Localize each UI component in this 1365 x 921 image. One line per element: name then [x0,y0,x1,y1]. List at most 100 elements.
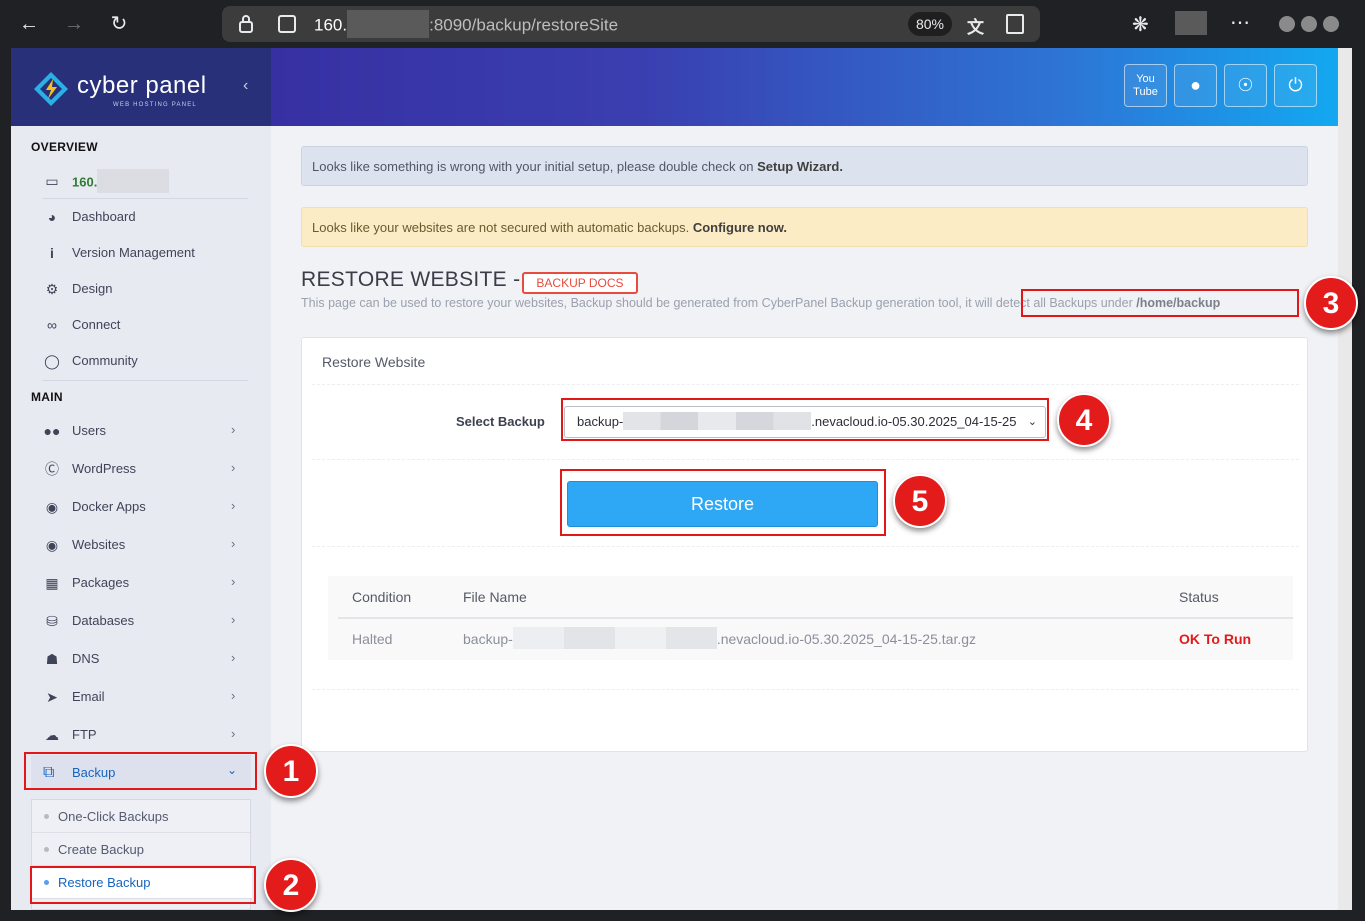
page-title: RESTORE WEBSITE - [301,268,521,291]
zoom-indicator[interactable]: 80% [908,12,952,36]
restore-status-table: Condition File Name Status Halted backup… [328,576,1293,660]
callout-highlight-backup [24,752,257,790]
callout-badge-1: 1 [264,744,318,798]
sidebar-item-version-management[interactable]: i Version Management [11,236,271,270]
sidebar-item-docker-apps[interactable]: ◉ Docker Apps › [11,490,271,524]
callout-highlight-restore-button [560,469,886,536]
maximize-button[interactable] [1301,16,1317,32]
cubes-icon: ▦ [45,575,59,591]
address-bar[interactable]: 160.:8090/backup/restoreSite 80% 文 [222,6,1040,42]
redacted-domain [512,627,717,650]
reload-icon[interactable]: ↻ [105,10,133,38]
bullet-icon [44,814,49,819]
lock-icon[interactable] [238,14,254,34]
setup-wizard-link[interactable]: Setup Wizard. [757,159,843,174]
link-icon: ∞ [47,317,57,333]
brand-tagline: WEB HOSTING PANEL [113,102,197,108]
divider [312,689,1299,690]
redacted-ip [347,10,430,38]
browser-toolbar: ← → ↻ 160.:8090/backup/restoreSite 80% 文… [0,0,1365,48]
users-icon: ●● [43,423,61,439]
cell-condition: Halted [352,631,393,647]
more-menu-icon[interactable]: ⋯ [1230,10,1251,35]
overview-section-title: OVERVIEW [31,140,98,154]
collapse-sidebar-icon[interactable]: ‹ [243,77,248,95]
brand-header: cyber panel WEB HOSTING PANEL ‹ [11,48,271,126]
sidebar-item-websites[interactable]: ◉ Websites › [11,528,271,562]
callout-badge-5: 5 [893,474,947,528]
chevron-right-icon: › [231,688,236,703]
cell-file-name: backup- .nevacloud.io-05.30.2025_04-15-25… [463,627,976,650]
select-backup-label: Select Backup [456,414,545,429]
callout-highlight-select-backup [561,398,1049,441]
sidebar-item-community[interactable]: ◯ Community [11,344,271,378]
globe-icon: ◉ [45,499,59,515]
power-icon[interactable]: ⏻ [1274,64,1317,107]
chevron-right-icon: › [231,422,236,437]
sidebar-item-databases[interactable]: ⛁ Databases › [11,604,271,638]
forward-icon[interactable]: → [60,10,88,38]
chat-icon: ◯ [44,353,60,369]
page-scrollbar[interactable] [1338,48,1352,910]
brand-name: cyber panel [77,72,207,99]
cyberpanel-logo-icon [34,72,68,106]
column-header-file-name: File Name [463,589,527,605]
sidebar-item-server-ip[interactable]: ▭ 160. [11,164,271,198]
chevron-right-icon: › [231,726,236,741]
dashboard-icon: ◕ [47,209,57,225]
close-button[interactable] [1323,16,1339,32]
divider [312,384,1299,385]
sidebar-item-ftp[interactable]: ☁ FTP › [11,718,271,752]
sidebar-item-packages[interactable]: ▦ Packages › [11,566,271,600]
callout-badge-3: 3 [1304,276,1358,330]
submenu-item-one-click-backups[interactable]: One-Click Backups [32,800,252,833]
configure-now-link[interactable]: Configure now. [693,220,787,235]
sidebar-item-email[interactable]: ➤ Email › [11,680,271,714]
sidebar-item-wordpress[interactable]: Ⓒ WordPress › [11,452,271,486]
sitemap-icon: ☗ [45,651,59,667]
column-header-condition: Condition [352,589,412,605]
paper-plane-icon: ➤ [46,689,58,705]
divider [42,380,248,381]
backup-warning-alert: Looks like your websites are not secured… [301,207,1308,247]
column-header-status: Status [1179,589,1219,605]
sidebar-item-dns[interactable]: ☗ DNS › [11,642,271,676]
support-icon[interactable]: ☉ [1224,64,1267,107]
redacted-ip [97,169,170,193]
callout-badge-2: 2 [264,858,318,912]
divider [312,546,1299,547]
sidebar-item-dashboard[interactable]: ◕ Dashboard [11,200,271,234]
reading-mode-icon[interactable] [1006,14,1024,34]
backup-docs-button[interactable]: BACKUP DOCS [522,272,638,294]
submenu-item-create-backup[interactable]: Create Backup [32,833,252,866]
chevron-right-icon: › [231,612,236,627]
database-icon: ⛁ [46,613,58,629]
cell-status: OK To Run [1179,631,1252,647]
chevron-right-icon: › [231,460,236,475]
back-icon[interactable]: ← [15,10,43,38]
sidebar-item-users[interactable]: ●● Users › [11,414,271,448]
chat-icon[interactable]: ● [1174,64,1217,107]
chevron-right-icon: › [231,574,236,589]
url-text[interactable]: 160.:8090/backup/restoreSite [314,10,618,38]
divider [312,459,1299,460]
site-info-icon[interactable] [278,15,296,33]
youtube-icon[interactable]: You Tube [1124,64,1167,107]
bullet-icon [44,847,49,852]
translate-icon[interactable]: 文 [967,13,989,37]
minimize-button[interactable] [1279,16,1295,32]
info-icon: i [50,245,54,261]
chevron-right-icon: › [231,650,236,665]
globe-icon: ◉ [45,537,59,553]
extensions-icon[interactable]: ❋ [1132,12,1149,37]
setup-alert: Looks like something is wrong with your … [301,146,1308,186]
sidebar-item-design[interactable]: ⚙ Design [11,272,271,306]
profile-avatar[interactable] [1175,11,1207,35]
top-header: You Tube ● ☉ ⏻ [271,48,1338,126]
wordpress-icon: Ⓒ [45,461,59,477]
callout-highlight-restore-backup [30,866,256,904]
callout-badge-4: 4 [1057,393,1111,447]
cloud-upload-icon: ☁ [45,727,59,743]
divider [338,617,1293,619]
sidebar-item-connect[interactable]: ∞ Connect [11,308,271,342]
